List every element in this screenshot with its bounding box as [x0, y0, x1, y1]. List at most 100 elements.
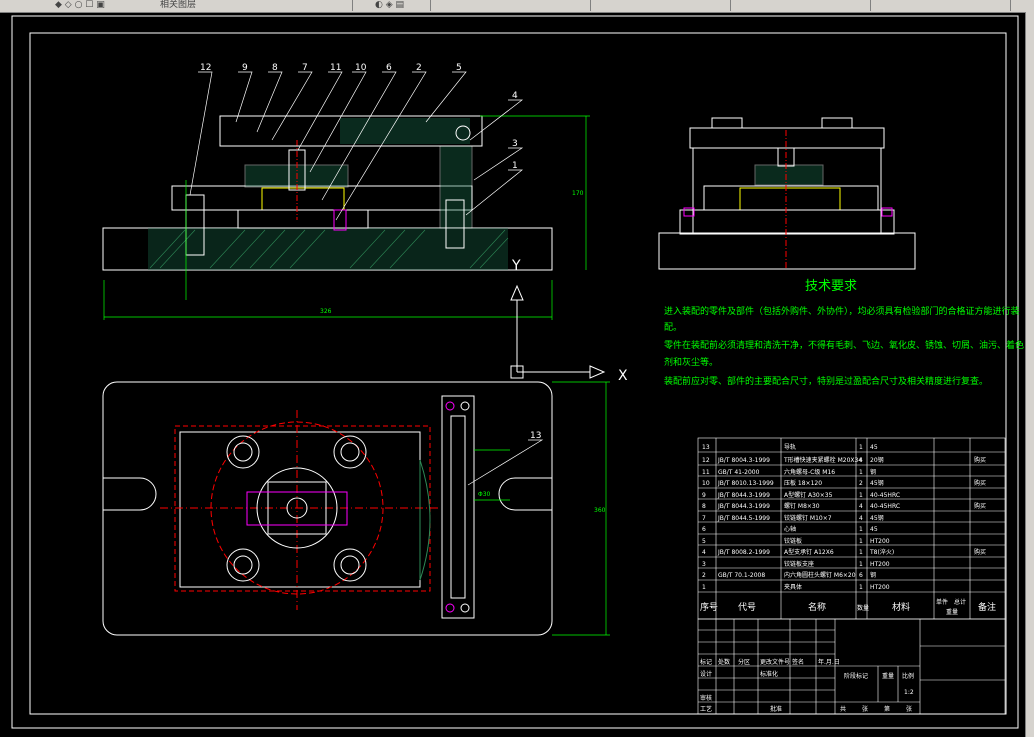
bom-material: T8(淬火) [869, 548, 894, 556]
bom-no: 11 [702, 469, 710, 476]
bom-code: JB/T 8044.3-1999 [717, 503, 770, 510]
tb-label: 标准化 [760, 670, 778, 678]
bom-qty: 1 [859, 538, 863, 545]
bom-header-qty: 数量 [857, 604, 869, 612]
title-block [697, 618, 1006, 715]
bom-code: JB/T 8010.13-1999 [717, 480, 774, 487]
tech-line-3: 零件在装配前必须清理和清洗干净，不得有毛刺、飞边、氧化皮、锈蚀、切屑、油污、着色 [664, 339, 1024, 351]
workpiece [261, 187, 345, 211]
bom-code: JB/T 8004.3-1999 [717, 457, 770, 464]
bom-material: 45钢 [870, 514, 884, 522]
tb-label: 更改文件号 [760, 658, 790, 666]
bom-no: 2 [702, 572, 706, 579]
hinge-support [439, 145, 473, 229]
tb-label: 标记 [700, 658, 712, 666]
balloon-1: 1 [512, 161, 518, 171]
bom-name: 导轨 [784, 443, 796, 451]
balloon-7: 7 [302, 63, 308, 73]
balloon-10: 10 [355, 63, 367, 73]
tech-line-2: 配。 [664, 322, 682, 333]
tb-label: 处数 [718, 658, 730, 666]
tb-label: 重量 [882, 672, 894, 680]
dim-height: 170 [572, 190, 584, 197]
balloon-4: 4 [512, 91, 518, 101]
bom-name: 铰链螺钉 M10×7 [784, 514, 832, 522]
balloon-5: 5 [456, 63, 462, 73]
bom-header-code: 代号 [738, 602, 756, 613]
axis-y-label: Y [511, 258, 521, 274]
bom-code: JB/T 8044.5-1999 [717, 515, 770, 522]
bom-header-total: 总计 [954, 598, 966, 606]
bom-no: 9 [702, 492, 706, 499]
tb-label: 签名 [792, 658, 804, 666]
bom-material: 45钢 [870, 479, 884, 487]
balloon-9: 9 [242, 63, 248, 73]
tb-label: 批准 [770, 705, 782, 713]
side-view [658, 117, 916, 270]
tb-label: 工艺 [700, 705, 712, 713]
tech-title: 技术要求 [805, 279, 857, 294]
bom-name: 铰链板 [784, 537, 802, 545]
bom-no: 10 [702, 480, 710, 487]
bom-material: 45 [870, 526, 878, 533]
bom-name: A型支承钉 A12X6 [784, 548, 834, 556]
bom-code: JB/T 8008.2-1999 [717, 549, 770, 556]
tb-label: 分区 [738, 658, 750, 666]
bom-material: HT200 [870, 584, 890, 591]
bom-no: 12 [702, 457, 710, 464]
bom-note: 购买 [974, 502, 986, 510]
bom-name: 心轴 [784, 525, 796, 533]
bom-code: GB/T 70.1-2008 [718, 572, 765, 579]
bom-header-name: 名称 [808, 601, 826, 613]
bom-header-weight: 重量 [946, 608, 958, 616]
bom-name: 压板 18×120 [784, 479, 822, 487]
front-view: 326 170 12 9 8 7 11 10 6 2 5 4 3 1 [102, 63, 590, 320]
balloon-13: 13 [530, 431, 541, 441]
balloon-2: 2 [416, 63, 422, 73]
bom-material: 钢 [870, 468, 876, 476]
tech-line-4: 剂和灰尘等。 [664, 356, 718, 368]
balloon-8: 8 [272, 63, 278, 73]
bom-name: 六角螺母-C级 M16 [784, 468, 835, 476]
bom-qty: 6 [859, 572, 863, 579]
vertical-scrollbar[interactable] [1025, 12, 1034, 737]
tb-label: 阶段标记 [844, 672, 868, 680]
bom-qty: 4 [859, 503, 863, 510]
bom-qty: 1 [859, 549, 863, 556]
tb-scale: 1:2 [904, 689, 914, 696]
tech-line-5: 装配前应对零、部件的主要配合尺寸，特别是过盈配合尺寸及相关精度进行复查。 [664, 375, 988, 387]
bom-qty: 1 [859, 469, 863, 476]
bom-qty: 1 [859, 584, 863, 591]
bom-note: 购买 [974, 456, 986, 464]
guide-rail [441, 395, 475, 619]
bom-no: 13 [702, 444, 710, 451]
tb-label: 年.月.日 [818, 658, 840, 666]
bom-material: 45 [870, 444, 878, 451]
tech-line-1: 进入装配的零件及部件（包括外购件、外协件），均必须具有检验部门的合格证方能进行装 [664, 305, 1020, 317]
clamp-bar [171, 185, 473, 211]
tb-label: 张 [906, 705, 912, 713]
bom-table [697, 437, 1006, 620]
bom-name: 螺钉 M8×30 [784, 502, 820, 510]
bom-material: HT200 [870, 561, 890, 568]
bom-material: 40-45HRC [870, 492, 900, 499]
bom-no: 8 [702, 503, 706, 510]
bom-no: 7 [702, 515, 706, 522]
bom-qty: 4 [859, 457, 863, 464]
bom-name: 内六角圆柱头螺钉 M6×20 [784, 571, 856, 579]
bom-no: 4 [702, 549, 706, 556]
bom-note: 购买 [974, 548, 986, 556]
tb-label: 共 [840, 705, 846, 713]
axis-x-label: X [618, 368, 628, 384]
dim-depth: 360 [594, 507, 606, 514]
bom-header-note: 备注 [978, 601, 996, 613]
tb-label: 第 [884, 705, 890, 713]
bom-material: 40-45HRC [870, 503, 900, 510]
bom-name: 铰链板支座 [784, 560, 814, 568]
bom-name: T形槽快速夹紧螺栓 M20X34 [783, 456, 862, 464]
bom-no: 3 [702, 561, 706, 568]
bom-code: JB/T 8044.3-1999 [717, 492, 770, 499]
cad-drawing-canvas[interactable]: 326 170 12 9 8 7 11 10 6 2 5 4 3 1 技术要求 … [0, 0, 1026, 737]
tb-label: 审核 [700, 694, 712, 702]
bom-no: 1 [702, 584, 706, 591]
